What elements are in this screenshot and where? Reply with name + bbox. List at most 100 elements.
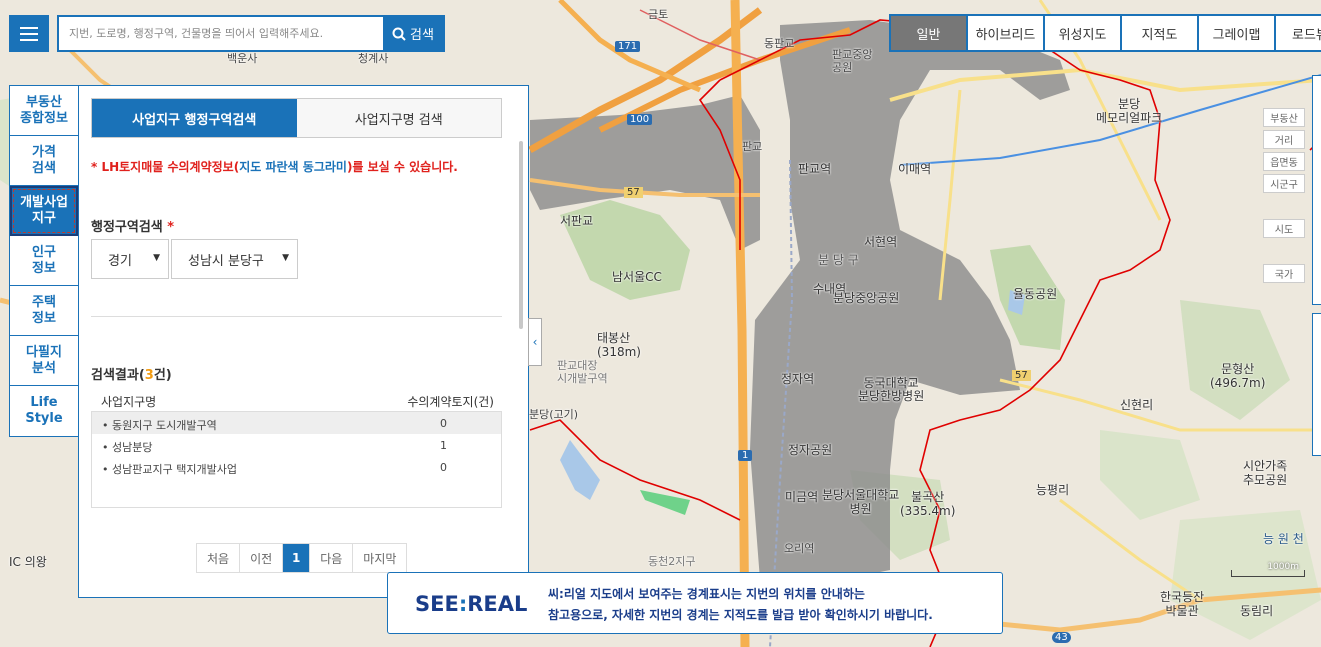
panel-collapse-button[interactable]: ‹ xyxy=(528,318,542,366)
layer-sido-button[interactable]: 시도 xyxy=(1263,219,1305,238)
search-input[interactable] xyxy=(59,17,383,50)
boundary-layer-tools: 부동산 거리 읍면동 시군구 시도 국가 xyxy=(1263,108,1305,286)
map-label-dongrimri: 동림리 xyxy=(1240,604,1274,618)
dropdown-arrow-icon: ▼ xyxy=(282,253,289,263)
map-label-central-park: 분당중앙공원 xyxy=(833,291,900,305)
result-row[interactable]: • 동원지구 도시개발구역 0 xyxy=(92,412,501,434)
page-current[interactable]: 1 xyxy=(283,544,311,572)
map-label-sinhyeon: 신현리 xyxy=(1120,398,1154,412)
layer-sigungu-button[interactable]: 시군구 xyxy=(1263,174,1305,193)
layer-country-button[interactable]: 국가 xyxy=(1263,264,1305,283)
map-label-baegunsa: 백운사 xyxy=(227,52,258,65)
menu-icon xyxy=(20,26,38,29)
layer-distance-button[interactable]: 거리 xyxy=(1263,130,1305,149)
layer-eupmyeondong-button[interactable]: 읍면동 xyxy=(1263,152,1305,171)
map-label-imae-station: 이매역 xyxy=(898,162,932,176)
road-shield-57a: 57 xyxy=(624,187,643,198)
search-button[interactable]: 검색 xyxy=(383,17,443,50)
map-type-normal[interactable]: 일반 xyxy=(891,16,966,50)
nav-population-info[interactable]: 인구 정보 xyxy=(10,236,78,286)
map-label-jeonggyesa: 청계사 xyxy=(358,52,389,65)
region-search-label: 행정구역검색 * xyxy=(91,220,175,235)
road-shield-171: 171 xyxy=(615,41,641,52)
map-label-nam-seoul-cc: 남서울CC xyxy=(612,270,662,284)
panel-scrollbar[interactable] xyxy=(519,141,523,329)
map-label-seopangyo: 서판교 xyxy=(560,214,594,228)
map-label-bundang-gu: 분 당 구 xyxy=(818,253,859,267)
result-table-header: 사업지구명 수의계약토지(건) xyxy=(91,391,502,413)
map-label-pangyo-school: 판교대장 시개발구역 xyxy=(557,359,608,385)
tab-district-name-search[interactable]: 사업지구명 검색 xyxy=(296,99,501,137)
pagination: 처음 이전 1 다음 마지막 xyxy=(196,543,408,573)
map-label-snuh-bundang: 분당서울대학교 병원 xyxy=(822,488,900,516)
map-label-jeongja-park: 정자공원 xyxy=(788,443,833,457)
result-row[interactable]: • 성남분당 1 xyxy=(92,434,501,456)
map-label-hanguk-museum: 한국등잔 박물관 xyxy=(1160,590,1205,618)
nav-housing-info[interactable]: 주택 정보 xyxy=(10,286,78,336)
page-first-button[interactable]: 처음 xyxy=(197,544,241,572)
chevron-left-icon: ‹ xyxy=(532,335,538,349)
map-label-sianga: 시안가족 추모공원 xyxy=(1243,459,1288,487)
map-label-ori-station: 오리역 xyxy=(784,542,815,555)
map-type-hybrid[interactable]: 하이브리드 xyxy=(968,16,1043,50)
map-type-cadastral[interactable]: 지적도 xyxy=(1122,16,1197,50)
nav-multi-lot-analysis[interactable]: 다필지 분석 xyxy=(10,336,78,386)
nav-price-search[interactable]: 가격 검색 xyxy=(10,136,78,186)
left-nav: 부동산 종합정보 가격 검색 개발사업 지구 인구 정보 주택 정보 다필지 분… xyxy=(9,85,79,437)
map-label-bundang-old: 분당(고기) xyxy=(529,408,579,421)
map-label-pangyo-park: 판교중앙 공원 xyxy=(832,48,873,74)
panel-tabs: 사업지구 행정구역검색 사업지구명 검색 xyxy=(91,98,502,138)
road-shield-100: 100 xyxy=(627,114,653,125)
map-label-dongguk-hospital: 동국대학교 분당한방병원 xyxy=(858,376,925,403)
dropdown-arrow-icon: ▼ xyxy=(153,253,160,263)
right-panel-edge-2[interactable] xyxy=(1312,313,1321,456)
map-label-neungpyeong: 능평리 xyxy=(1036,483,1070,497)
column-contract-land: 수의계약토지(건) xyxy=(407,395,494,409)
hamburger-menu-button[interactable] xyxy=(9,15,49,52)
map-label-dongpangyo: 동판교 xyxy=(764,37,795,50)
lh-notice: * LH토지매물 수의계약정보(지도 파란색 동그라미)를 보실 수 있습니다. xyxy=(91,160,458,174)
map-label-pangyo: 판교 xyxy=(742,140,763,153)
result-list: • 동원지구 도시개발구역 0 • 성남분당 1 • 성남판교지구 택지개발사업… xyxy=(91,411,502,508)
right-panel-edge[interactable] xyxy=(1312,75,1321,305)
road-shield-43: 43 xyxy=(1052,632,1071,643)
map-label-uiwang: IC 의왕 xyxy=(9,555,47,569)
city-select[interactable]: 성남시 분당구 ▼ xyxy=(171,239,298,279)
search-button-label: 검색 xyxy=(410,28,434,43)
seereal-logo: SEE:REAL xyxy=(415,592,528,616)
layer-real-estate-button[interactable]: 부동산 xyxy=(1263,108,1305,127)
map-label-dongcheon: 동천2지구 xyxy=(648,555,696,568)
search-box: 검색 xyxy=(57,15,445,52)
nav-life-style[interactable]: Life Style xyxy=(10,386,78,436)
search-icon xyxy=(392,27,406,41)
map-type-switcher: 일반 하이브리드 위성지도 지적도 그레이맵 로드뷰 xyxy=(889,14,1321,52)
map-label-bulgoksan: 불곡산 (335.4m) xyxy=(900,490,956,518)
nav-development-district[interactable]: 개발사업 지구 xyxy=(10,186,78,236)
map-type-gray[interactable]: 그레이맵 xyxy=(1199,16,1274,50)
road-shield-57b: 57 xyxy=(1012,370,1031,381)
map-label-jeongja-station: 정자역 xyxy=(781,372,815,386)
map-label-pangyo-station: 판교역 xyxy=(798,162,832,176)
map-label-munhyeongsan: 문형산 (496.7m) xyxy=(1210,362,1266,390)
result-title: 검색결과(3건) xyxy=(91,368,172,383)
map-type-satellite[interactable]: 위성지도 xyxy=(1045,16,1120,50)
column-district-name: 사업지구명 xyxy=(101,395,157,409)
page-prev-button[interactable]: 이전 xyxy=(240,544,284,572)
result-row[interactable]: • 성남판교지구 택지개발사업 0 xyxy=(92,456,501,478)
district-search-panel: 사업지구 행정구역검색 사업지구명 검색 * LH토지매물 수의계약정보(지도 … xyxy=(78,85,529,598)
map-label-taebongsan: 태봉산 (318m) xyxy=(597,331,641,359)
map-type-roadview[interactable]: 로드뷰 xyxy=(1276,16,1321,50)
page-next-button[interactable]: 다음 xyxy=(310,544,354,572)
map-label-neungwon: 능 원 천 xyxy=(1263,532,1304,546)
map-scale: 1000m xyxy=(1231,561,1305,577)
map-label-seohyeon-station: 서현역 xyxy=(864,235,898,249)
map-label-bundang-memorial: 분당 메모리얼파크 xyxy=(1096,97,1163,125)
map-label-migeum-station: 미금역 xyxy=(785,490,819,504)
road-shield-1: 1 xyxy=(738,450,753,461)
nav-real-estate-info[interactable]: 부동산 종합정보 xyxy=(10,86,78,136)
divider xyxy=(91,316,502,317)
map-label-geumto: 금토 xyxy=(648,8,669,21)
tab-admin-region-search[interactable]: 사업지구 행정구역검색 xyxy=(92,99,297,137)
page-last-button[interactable]: 마지막 xyxy=(353,544,407,572)
province-select[interactable]: 경기 ▼ xyxy=(91,239,169,279)
